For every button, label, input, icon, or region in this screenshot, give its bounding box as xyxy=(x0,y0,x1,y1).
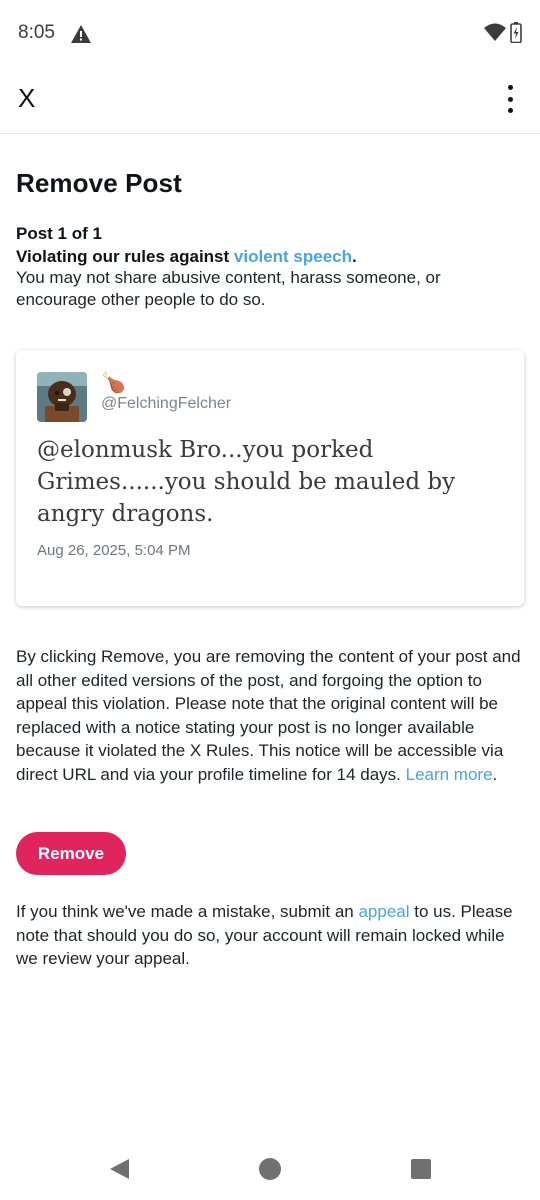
recents-icon[interactable] xyxy=(411,1159,431,1179)
learn-more-link[interactable]: Learn more xyxy=(406,765,493,784)
close-button[interactable]: X xyxy=(18,80,48,116)
violation-description: You may not share abusive content, haras… xyxy=(16,268,441,309)
remove-button[interactable]: Remove xyxy=(16,832,126,875)
warning-icon xyxy=(71,25,91,43)
post-count: Post 1 of 1 xyxy=(16,224,102,243)
wifi-icon xyxy=(484,23,506,41)
battery-charging-icon xyxy=(510,22,522,43)
removal-notice: By clicking Remove, you are removing the… xyxy=(16,645,528,786)
more-dot xyxy=(507,85,513,90)
system-nav-bar xyxy=(0,1140,540,1200)
tweet-timestamp: Aug 26, 2025, 5:04 PM xyxy=(37,542,191,559)
back-icon[interactable] xyxy=(108,1158,130,1180)
appeal-link[interactable]: appeal xyxy=(358,902,409,921)
status-time: 8:05 xyxy=(18,22,55,43)
violation-prefix: Violating our rules against xyxy=(16,247,234,266)
violent-speech-link[interactable]: violent speech xyxy=(234,247,352,266)
appeal-notice: If you think we've made a mistake, submi… xyxy=(16,900,516,971)
remove-post-section: Remove Post Post 1 of 1 Violating our ru… xyxy=(16,168,524,311)
display-name: 🍗 xyxy=(101,372,126,394)
violation-suffix: . xyxy=(352,247,357,266)
violation-title: Violating our rules against violent spee… xyxy=(16,247,524,267)
tweet-text: @elonmusk Bro...you porked Grimes......y… xyxy=(37,437,456,527)
page-title: Remove Post xyxy=(16,168,182,198)
avatar-image xyxy=(37,372,87,422)
home-icon[interactable] xyxy=(259,1158,281,1180)
avatar xyxy=(37,372,87,422)
notice-end: . xyxy=(492,764,498,784)
more-options-icon[interactable] xyxy=(496,82,524,116)
status-bar: 8:05 xyxy=(0,0,540,66)
more-dot xyxy=(507,96,513,102)
app-bar: X xyxy=(0,66,540,134)
tweet-card: 🍗 @FelchingFelcher @elonmusk Bro...you p… xyxy=(16,350,524,606)
notice-text: By clicking Remove, you are removing the… xyxy=(16,647,521,784)
more-dot xyxy=(507,108,513,113)
user-handle: @FelchingFelcher xyxy=(101,395,232,412)
appeal-prefix: If you think we've made a mistake, submi… xyxy=(16,902,359,921)
